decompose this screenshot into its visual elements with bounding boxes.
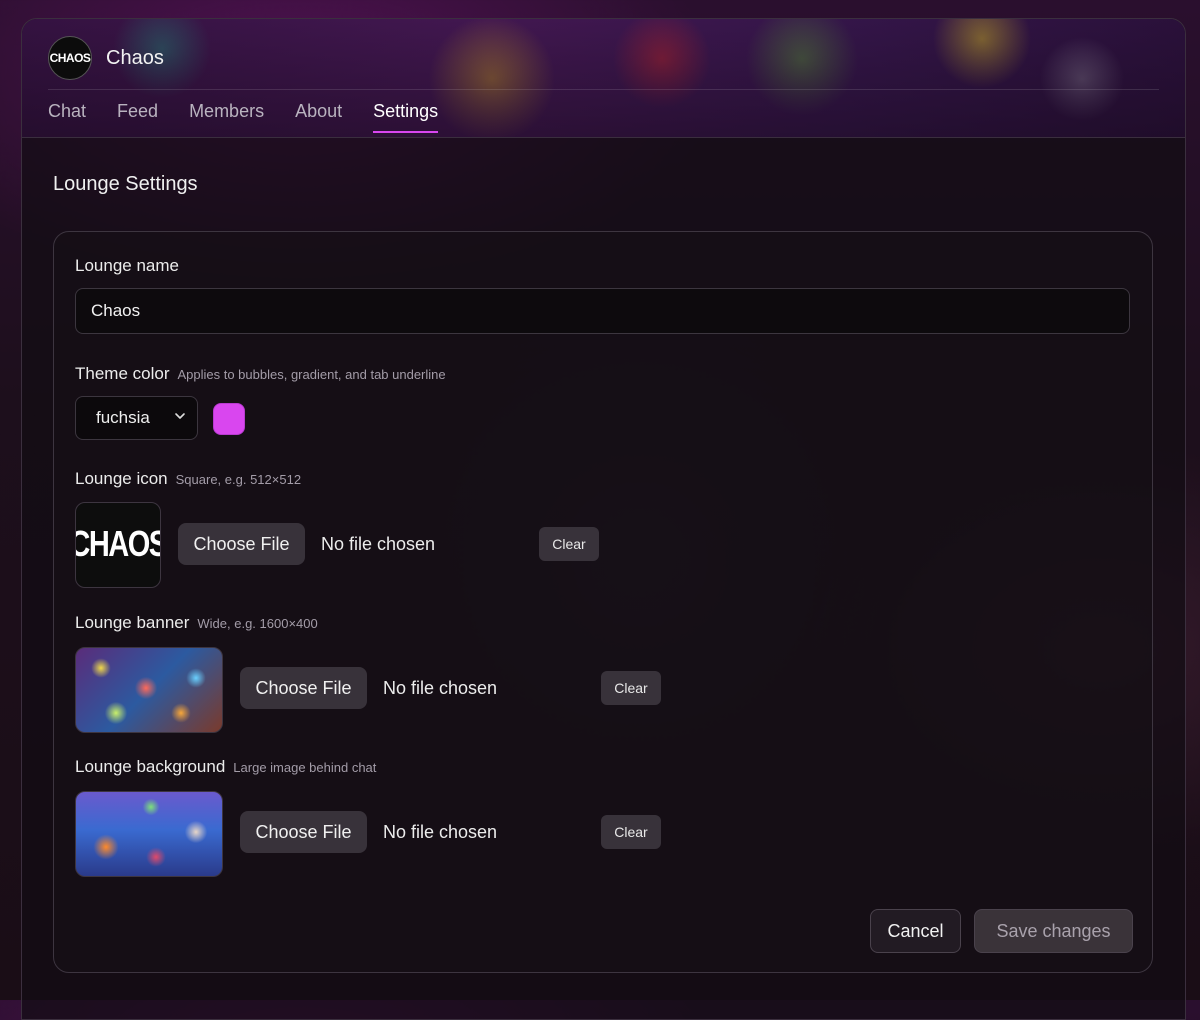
theme-color-select[interactable]: fuchsia [75,396,198,440]
lounge-logo: CHAOS [48,36,92,80]
lounge-name-label: Lounge name [75,256,179,275]
banner-choose-file-button[interactable]: Choose File [240,667,367,709]
lounge-header: CHAOS Chaos [48,36,164,80]
background-file-status: No file chosen [383,822,498,842]
lounge-banner-label: Lounge banner [75,613,190,632]
theme-color-swatch[interactable] [213,403,245,435]
cancel-button[interactable]: Cancel [870,909,961,953]
theme-color-hint: Applies to bubbles, gradient, and tab un… [177,367,446,382]
lounge-icon-preview: CHAOS [75,502,161,588]
lounge-icon-row: Lounge icon Square, e.g. 512×512 [75,469,301,489]
lounge-icon-hint: Square, e.g. 512×512 [175,472,302,487]
banner-clear-button[interactable]: Clear [601,671,661,705]
background-clear-button[interactable]: Clear [601,815,661,849]
tab-feed[interactable]: Feed [117,101,158,130]
lounge-name-input[interactable] [75,288,1130,334]
tab-chat[interactable]: Chat [48,101,86,130]
icon-file-status: No file chosen [321,534,436,554]
lounge-title: Chaos [106,46,164,69]
tab-members[interactable]: Members [189,101,264,130]
header-divider [48,89,1159,90]
lounge-background-label: Lounge background [75,757,226,776]
lounge-background-hint: Large image behind chat [233,760,377,775]
icon-choose-file-button[interactable]: Choose File [178,523,305,565]
lounge-background-row: Lounge background Large image behind chat [75,757,376,777]
background-choose-file-button[interactable]: Choose File [240,811,367,853]
lounge-icon-preview-text: CHAOS [76,524,161,565]
settings-card: Lounge name Theme color Applies to bubble… [53,231,1153,973]
header-bottom-border [22,137,1185,138]
lounge-window: CHAOS Chaos Chat Feed Members About Sett… [21,18,1186,1020]
tab-settings[interactable]: Settings [373,101,439,133]
icon-clear-button[interactable]: Clear [539,527,599,561]
lounge-banner-hint: Wide, e.g. 1600×400 [197,616,318,631]
lounge-banner-preview [75,647,223,733]
lounge-logo-text: CHAOS [49,51,91,65]
theme-color-selected: fuchsia [96,408,150,427]
lounge-background-preview [75,791,223,877]
theme-color-row: Theme color Applies to bubbles, gradient,… [75,364,446,384]
page-title: Lounge Settings [53,173,198,195]
lounge-icon-label: Lounge icon [75,469,168,488]
lounge-banner-row: Lounge banner Wide, e.g. 1600×400 [75,613,318,633]
tab-about[interactable]: About [295,101,342,130]
tab-bar: Chat Feed Members About Settings [48,101,469,133]
chevron-down-icon [175,413,185,419]
theme-color-label: Theme color [75,364,170,383]
banner-file-status: No file chosen [383,678,498,698]
save-changes-button[interactable]: Save changes [974,909,1133,953]
